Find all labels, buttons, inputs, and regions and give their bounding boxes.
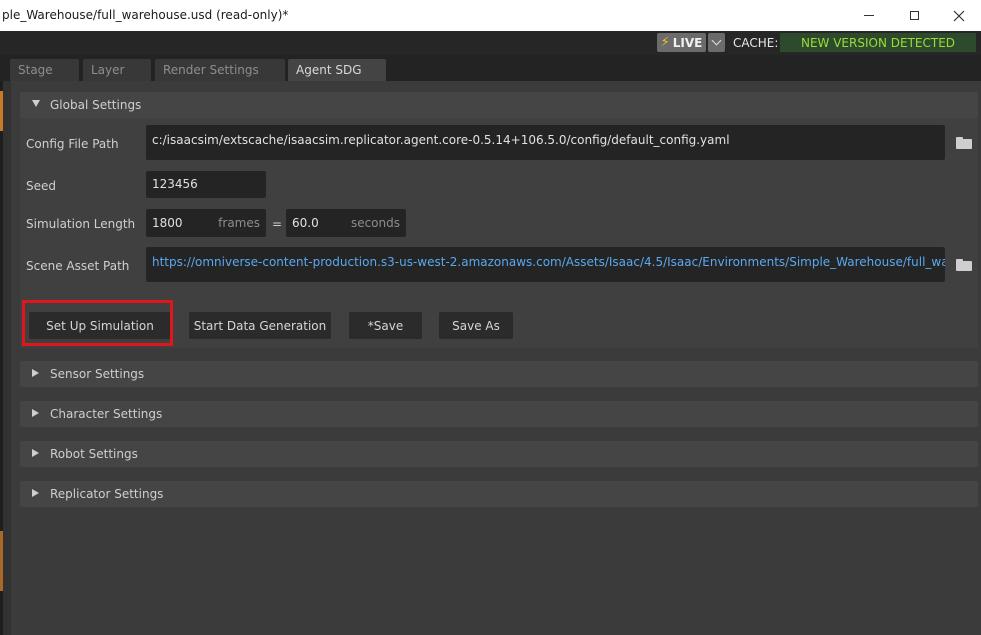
folder-icon[interactable] <box>956 137 972 150</box>
config-file-path-label: Config File Path <box>26 137 119 151</box>
live-dropdown-button[interactable] <box>708 33 725 52</box>
window-title-bar: ple_Warehouse/full_warehouse.usd (read-o… <box>0 0 981 31</box>
equals-sign: = <box>272 217 283 231</box>
seed-field[interactable]: 123456 <box>146 171 266 198</box>
highlight-box <box>22 300 173 346</box>
triangle-right-icon <box>32 449 39 457</box>
folder-icon[interactable] <box>956 259 972 272</box>
scene-asset-path-field[interactable]: https://omniverse-content-production.s3-… <box>146 247 945 282</box>
seconds-value: 60.0 <box>292 216 319 230</box>
global-settings-title: Global Settings <box>50 98 142 112</box>
tab-agent-sdg[interactable]: Agent SDG <box>288 59 386 81</box>
triangle-right-icon <box>32 489 39 497</box>
triangle-down-icon <box>32 100 40 107</box>
global-settings-header[interactable]: Global Settings <box>20 92 978 118</box>
viewport-strip <box>0 91 3 131</box>
robot-settings-header[interactable]: Robot Settings <box>20 441 978 467</box>
chevron-down-icon <box>711 35 722 46</box>
save-as-button[interactable]: Save As <box>439 312 513 339</box>
frames-unit: frames <box>218 216 260 230</box>
close-button[interactable] <box>936 0 981 31</box>
triangle-right-icon <box>32 369 39 377</box>
live-label: LIVE <box>672 35 703 50</box>
cache-label: CACHE: <box>733 36 779 50</box>
minimize-icon <box>864 15 874 16</box>
tab-render-settings[interactable]: Render Settings <box>155 59 285 81</box>
simulation-length-label: Simulation Length <box>26 217 136 231</box>
seed-label: Seed <box>26 179 56 193</box>
character-settings-title: Character Settings <box>50 407 163 421</box>
live-button[interactable]: ⚡ LIVE <box>657 33 706 52</box>
robot-settings-title: Robot Settings <box>50 447 138 461</box>
close-icon <box>953 10 965 21</box>
replicator-settings-header[interactable]: Replicator Settings <box>20 481 978 507</box>
window-title: ple_Warehouse/full_warehouse.usd (read-o… <box>2 8 289 22</box>
sensor-settings-header[interactable]: Sensor Settings <box>20 361 978 387</box>
config-file-path-field[interactable]: c:/isaacsim/extscache/isaacsim.replicato… <box>146 125 945 160</box>
start-data-generation-button[interactable]: Start Data Generation <box>189 312 331 339</box>
scene-asset-path-label: Scene Asset Path <box>26 259 130 273</box>
viewport-strip <box>0 531 3 591</box>
lightning-icon: ⚡ <box>660 35 670 50</box>
maximize-icon <box>909 11 919 20</box>
minimize-button[interactable] <box>846 0 892 31</box>
replicator-settings-title: Replicator Settings <box>50 487 164 501</box>
seconds-field[interactable]: 60.0 seconds <box>286 209 406 237</box>
seconds-unit: seconds <box>350 216 400 230</box>
maximize-button[interactable] <box>891 0 937 31</box>
cache-status-badge[interactable]: NEW VERSION DETECTED <box>780 33 976 52</box>
triangle-right-icon <box>32 409 39 417</box>
viewport-edge <box>0 81 3 635</box>
save-button[interactable]: *Save <box>349 312 422 339</box>
character-settings-header[interactable]: Character Settings <box>20 401 978 427</box>
sensor-settings-title: Sensor Settings <box>50 367 145 381</box>
tab-stage[interactable]: Stage <box>10 59 79 81</box>
tab-layer[interactable]: Layer <box>83 59 151 81</box>
frames-field[interactable]: 1800 frames <box>146 209 266 237</box>
frames-value: 1800 <box>152 216 183 230</box>
